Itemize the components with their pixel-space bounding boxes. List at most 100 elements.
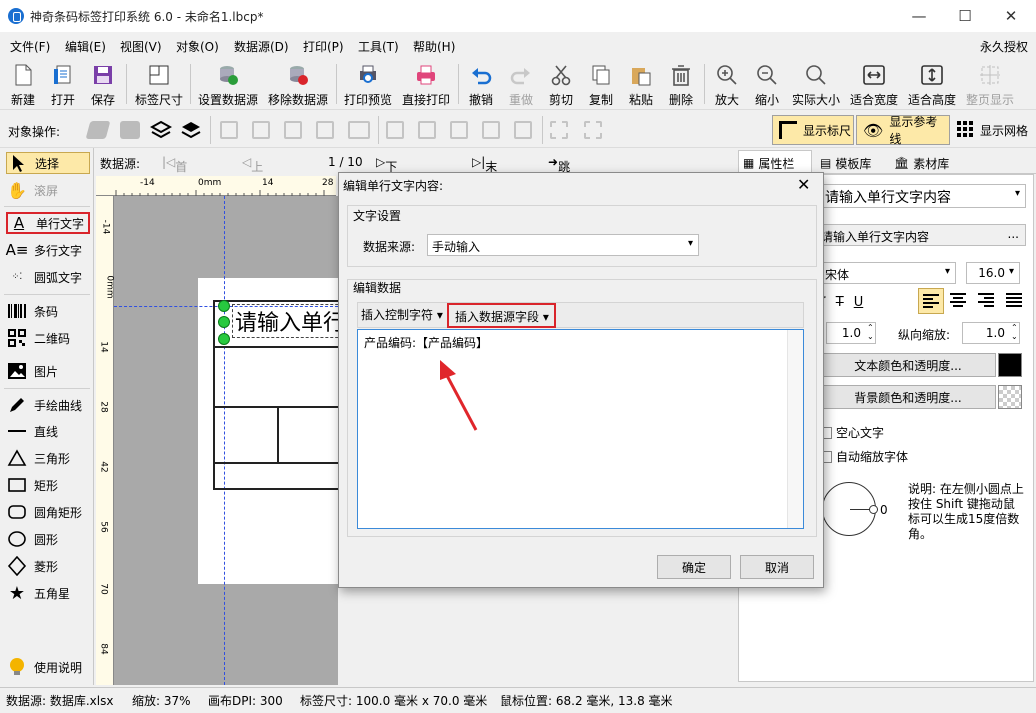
last-record-button[interactable]: ▷| 末条记录	[472, 155, 497, 225]
menu-edit[interactable]: 编辑(E)	[65, 38, 106, 55]
tool-line[interactable]: 直线	[6, 420, 90, 442]
layers-bottom-icon[interactable]	[180, 120, 202, 140]
tool-multi-text[interactable]: A≡ 多行文字	[6, 239, 90, 261]
show-ruler-toggle[interactable]: 显示标尺	[772, 115, 854, 145]
underline-icon[interactable]: U	[854, 295, 864, 310]
tab-materials[interactable]: 🏛 素材库	[890, 152, 964, 174]
vscale-spinner[interactable]: 1.0	[962, 322, 1020, 344]
resize-handle[interactable]	[218, 316, 230, 328]
direct-print-button[interactable]: 直接打印	[400, 60, 452, 108]
tool-diamond[interactable]: 菱形	[6, 555, 90, 577]
layer-down-icon[interactable]	[120, 121, 140, 139]
hscale-spinner[interactable]: 1.0	[826, 322, 876, 344]
autoscale-checkbox[interactable]: 自动缩放字体	[820, 448, 908, 465]
tool-image[interactable]: 图片	[6, 360, 90, 382]
show-grid-toggle[interactable]: 显示网格	[956, 115, 1034, 145]
new-button[interactable]: 新建	[6, 60, 40, 108]
tab-templates[interactable]: ▤ 模板库	[816, 152, 890, 174]
layers-icon[interactable]	[149, 120, 173, 140]
menu-file[interactable]: 文件(F)	[10, 38, 50, 55]
justify-button[interactable]	[1002, 288, 1028, 314]
jump-record-button[interactable]: ➜ 跳转到记录	[548, 155, 570, 242]
close-button[interactable]: ✕	[988, 0, 1034, 32]
undo-button[interactable]: 撤销	[464, 60, 498, 108]
align-right-icon[interactable]	[284, 121, 302, 139]
next-record-button[interactable]: ▷ 下一条记录	[376, 155, 397, 242]
textarea-scrollbar[interactable]	[787, 330, 803, 528]
bg-color-button[interactable]: 背景颜色和透明度...	[820, 385, 996, 409]
insert-field-button[interactable]: 插入数据源字段 ▾	[447, 303, 556, 328]
tool-barcode[interactable]: 条码	[6, 300, 90, 322]
font-select[interactable]: 宋体	[820, 262, 956, 284]
rotation-dial[interactable]	[822, 482, 878, 536]
menu-datasource[interactable]: 数据源(D)	[234, 38, 289, 55]
resize-handle[interactable]	[218, 333, 230, 345]
content-select[interactable]: 请输入单行文字内容	[820, 184, 1026, 208]
align-right-button[interactable]	[974, 288, 1000, 314]
copy-button[interactable]: 复制	[584, 60, 618, 108]
menu-view[interactable]: 视图(V)	[120, 38, 162, 55]
zoom-out-button[interactable]: 缩小	[750, 60, 784, 108]
tool-triangle[interactable]: 三角形	[6, 447, 90, 469]
save-button[interactable]: 保存	[86, 60, 120, 108]
ok-button[interactable]: 确定	[657, 555, 731, 579]
actual-size-button[interactable]: 实际大小	[790, 60, 842, 108]
bg-color-swatch[interactable]	[998, 385, 1022, 409]
tool-round-rect[interactable]: 圆角矩形	[6, 501, 90, 523]
menu-tools[interactable]: 工具(T)	[358, 38, 399, 55]
minimize-button[interactable]: —	[896, 0, 942, 32]
distribute-h-icon[interactable]	[316, 121, 334, 139]
cancel-button[interactable]: 取消	[740, 555, 814, 579]
dial-handle[interactable]	[869, 505, 878, 514]
hollow-checkbox[interactable]: 空心文字	[820, 424, 884, 441]
insert-control-button[interactable]: 插入控制字符 ▾	[361, 306, 443, 323]
delete-button[interactable]: 删除	[664, 60, 698, 108]
space-h-icon[interactable]	[348, 121, 370, 139]
maximize-button[interactable]: ☐	[942, 0, 988, 32]
content-textarea[interactable]: 产品编码:【产品编码】	[357, 329, 804, 529]
remove-datasource-button[interactable]: 移除数据源	[266, 60, 330, 108]
align-top-icon[interactable]	[386, 121, 404, 139]
layer-up-icon[interactable]	[85, 121, 111, 139]
tool-freehand[interactable]: 手绘曲线	[6, 394, 90, 416]
open-button[interactable]: 打开	[46, 60, 80, 108]
prev-record-button[interactable]: ◁ 上一条记录	[242, 155, 263, 242]
dialog-close-icon[interactable]: ✕	[797, 175, 810, 194]
font-size-select[interactable]: 16.0	[966, 262, 1020, 284]
canvas-text-object[interactable]: 请输入单行	[232, 304, 338, 338]
design-canvas[interactable]: 请输入单行	[114, 196, 338, 685]
rotate-handle[interactable]	[218, 300, 230, 312]
space-v-icon[interactable]	[514, 121, 532, 139]
tool-select[interactable]: 选择	[6, 152, 90, 174]
content-input[interactable]: 请输入单行文字内容...	[820, 224, 1026, 246]
set-datasource-button[interactable]: 设置数据源	[196, 60, 260, 108]
tool-rect[interactable]: 矩形	[6, 474, 90, 496]
cut-button[interactable]: 剪切	[544, 60, 578, 108]
more-button[interactable]: ...	[1008, 227, 1019, 241]
tool-arc-text[interactable]: ⁘⁚ 圆弧文字	[6, 266, 90, 288]
tool-single-text[interactable]: A 单行文字	[6, 212, 90, 234]
tool-circle[interactable]: 圆形	[6, 528, 90, 550]
show-guides-toggle[interactable]: 👁 显示参考线	[856, 115, 950, 146]
source-select[interactable]: 手动输入	[427, 234, 699, 256]
align-bottom-icon[interactable]	[450, 121, 468, 139]
page-display-button[interactable]: 整页显示	[964, 60, 1016, 108]
menu-help[interactable]: 帮助(H)	[413, 38, 455, 55]
menu-object[interactable]: 对象(O)	[176, 38, 219, 55]
label-size-button[interactable]: 标签尺寸	[132, 60, 186, 108]
zoom-in-button[interactable]: 放大	[710, 60, 744, 108]
fit-height-button[interactable]: 适合高度	[906, 60, 958, 108]
align-center-icon[interactable]	[252, 121, 270, 139]
menu-print[interactable]: 打印(P)	[303, 38, 344, 55]
help-button[interactable]: 使用说明	[6, 656, 90, 678]
first-record-button[interactable]: |◁ 首条记录	[162, 155, 187, 225]
tool-star[interactable]: ★ 五角星	[6, 582, 90, 604]
group-icon[interactable]	[550, 121, 568, 139]
ungroup-icon[interactable]	[584, 121, 602, 139]
tool-qrcode[interactable]: 二维码	[6, 327, 90, 349]
tool-scroll[interactable]: ✋ 滚屏	[6, 179, 90, 201]
strike-icon[interactable]: T	[836, 295, 844, 310]
distribute-v-icon[interactable]	[482, 121, 500, 139]
redo-button[interactable]: 重做	[504, 60, 538, 108]
print-preview-button[interactable]: 打印预览	[342, 60, 394, 108]
